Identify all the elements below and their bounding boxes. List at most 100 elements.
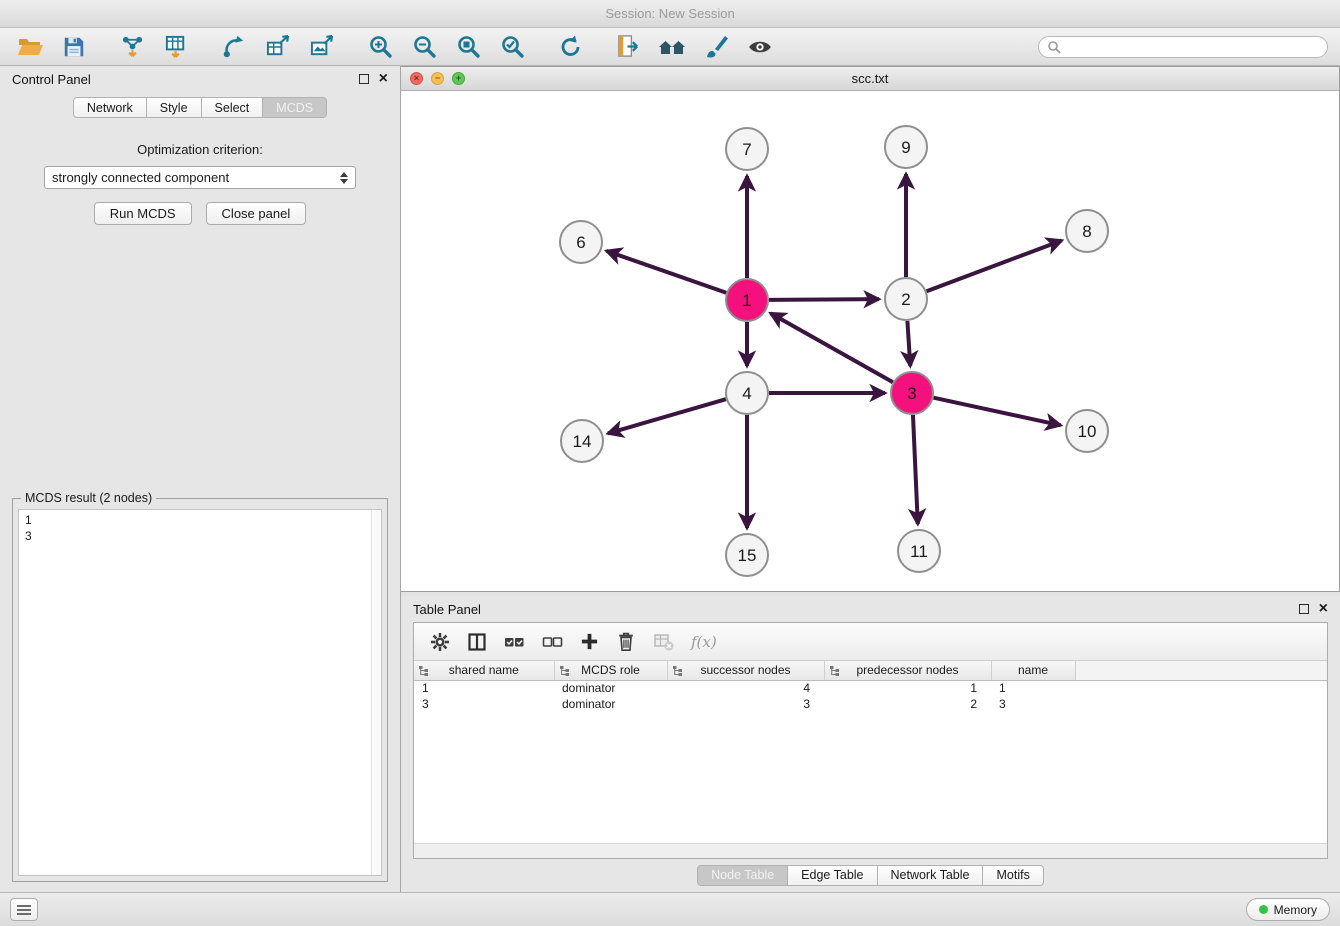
result-scrollbar[interactable] — [371, 510, 381, 875]
zoom-window-icon[interactable]: + — [452, 72, 465, 85]
optimization-label: Optimization criterion: — [0, 142, 400, 157]
graph-node[interactable]: 8 — [1066, 210, 1108, 252]
status-bar: Memory — [0, 892, 1340, 926]
table-row[interactable]: 3dominator323 — [414, 696, 1327, 712]
graph-edge[interactable] — [933, 398, 1060, 426]
memory-button[interactable]: Memory — [1246, 898, 1330, 921]
close-window-icon[interactable]: × — [410, 72, 423, 85]
refresh-button[interactable] — [552, 31, 588, 63]
table-cell[interactable] — [1075, 680, 1327, 696]
run-mcds-button[interactable]: Run MCDS — [94, 202, 192, 225]
zoom-in-icon — [368, 34, 393, 59]
table-cell[interactable]: 3 — [414, 696, 554, 712]
table-cell[interactable]: 1 — [824, 680, 991, 696]
refresh-group — [552, 31, 588, 63]
result-line: 1 — [25, 512, 375, 528]
graph-node[interactable]: 3 — [891, 372, 933, 414]
graph-edge[interactable] — [907, 321, 910, 366]
add-row-button[interactable] — [580, 632, 599, 651]
float-table-panel-icon[interactable] — [1299, 604, 1309, 614]
graph-node[interactable]: 1 — [726, 279, 768, 321]
graph-edge[interactable] — [608, 399, 726, 433]
table-cell[interactable]: 1 — [991, 680, 1075, 696]
table-cell[interactable] — [1075, 696, 1327, 712]
network-canvas[interactable]: 7 9 6 8 1 2 4 3 14 10 15 11 — [401, 91, 1339, 591]
tab-motifs[interactable]: Motifs — [983, 865, 1043, 886]
graph-edge[interactable] — [771, 313, 893, 382]
graph-edge[interactable] — [913, 415, 918, 524]
close-panel-button[interactable]: Close panel — [206, 202, 307, 225]
optimization-dropdown[interactable]: strongly connected component — [44, 166, 356, 189]
graph-node[interactable]: 4 — [726, 372, 768, 414]
table-cell[interactable]: 1 — [414, 680, 554, 696]
table-row[interactable]: 1dominator411 — [414, 680, 1327, 696]
graph-edge[interactable] — [769, 299, 879, 300]
column-header[interactable]: shared name — [414, 661, 554, 680]
new-network-button[interactable] — [216, 31, 252, 63]
tab-style[interactable]: Style — [147, 97, 202, 118]
save-session-button[interactable] — [56, 31, 92, 63]
graph-node[interactable]: 10 — [1066, 410, 1108, 452]
graph-node-label: 6 — [576, 233, 585, 252]
column-header[interactable]: successor nodes — [667, 661, 824, 680]
column-header[interactable]: predecessor nodes — [824, 661, 991, 680]
tab-network-table[interactable]: Network Table — [878, 865, 984, 886]
close-table-panel-icon[interactable]: × — [1319, 601, 1328, 617]
window-titlebar[interactable]: Session: New Session — [0, 0, 1340, 28]
trash-icon — [616, 631, 636, 652]
table-cell[interactable]: 4 — [667, 680, 824, 696]
graph-node[interactable]: 14 — [561, 420, 603, 462]
show-columns-button[interactable] — [467, 632, 487, 652]
export-network-button[interactable] — [610, 31, 646, 63]
table-cell[interactable]: 3 — [667, 696, 824, 712]
graph-node[interactable]: 11 — [898, 530, 940, 572]
search-field[interactable] — [1038, 36, 1328, 58]
minimize-window-icon[interactable]: − — [431, 72, 444, 85]
open-session-button[interactable] — [12, 31, 48, 63]
close-panel-icon[interactable]: × — [379, 71, 388, 87]
mcds-result-list[interactable]: 1 3 — [18, 509, 382, 876]
zoom-in-button[interactable] — [362, 31, 398, 63]
graph-edge[interactable] — [606, 251, 726, 293]
tab-mcds[interactable]: MCDS — [263, 97, 327, 118]
table-cell[interactable]: 2 — [824, 696, 991, 712]
network-graph[interactable]: 7 9 6 8 1 2 4 3 14 10 15 11 — [401, 91, 1339, 591]
float-panel-icon[interactable] — [359, 74, 369, 84]
graph-edge[interactable] — [927, 240, 1062, 291]
export-image-button[interactable] — [304, 31, 340, 63]
table-horizontal-scrollbar[interactable] — [414, 843, 1327, 858]
delete-row-button[interactable] — [616, 631, 636, 652]
first-neighbors-button[interactable] — [654, 31, 690, 63]
import-network-button[interactable] — [114, 31, 150, 63]
table-settings-button[interactable] — [430, 632, 450, 652]
tab-node-table[interactable]: Node Table — [697, 865, 788, 886]
graph-node[interactable]: 9 — [885, 126, 927, 168]
zoom-out-button[interactable] — [406, 31, 442, 63]
tab-select[interactable]: Select — [202, 97, 264, 118]
table-cell[interactable]: dominator — [554, 696, 667, 712]
style-brush-button[interactable] — [698, 31, 734, 63]
deselect-all-button[interactable] — [542, 633, 563, 651]
graph-node[interactable]: 6 — [560, 221, 602, 263]
tab-network[interactable]: Network — [73, 97, 147, 118]
table-cell[interactable]: 3 — [991, 696, 1075, 712]
task-history-button[interactable] — [10, 898, 38, 921]
import-table-button[interactable] — [158, 31, 194, 63]
zoom-selected-button[interactable] — [494, 31, 530, 63]
zoom-fit-button[interactable] — [450, 31, 486, 63]
show-graphics-button[interactable] — [742, 31, 778, 63]
graph-node[interactable]: 2 — [885, 278, 927, 320]
tab-edge-table[interactable]: Edge Table — [788, 865, 877, 886]
column-header[interactable]: name — [991, 661, 1075, 680]
network-window-titlebar[interactable]: × − + scc.txt — [401, 67, 1339, 91]
memory-label: Memory — [1274, 903, 1317, 917]
graph-node-label: 8 — [1082, 222, 1091, 241]
search-input[interactable] — [1066, 40, 1319, 54]
select-all-button[interactable] — [504, 633, 525, 651]
image-arrow-icon — [310, 34, 335, 59]
column-header[interactable]: MCDS role — [554, 661, 667, 680]
graph-node[interactable]: 15 — [726, 534, 768, 576]
table-cell[interactable]: dominator — [554, 680, 667, 696]
export-table-button[interactable] — [260, 31, 296, 63]
graph-node[interactable]: 7 — [726, 128, 768, 170]
